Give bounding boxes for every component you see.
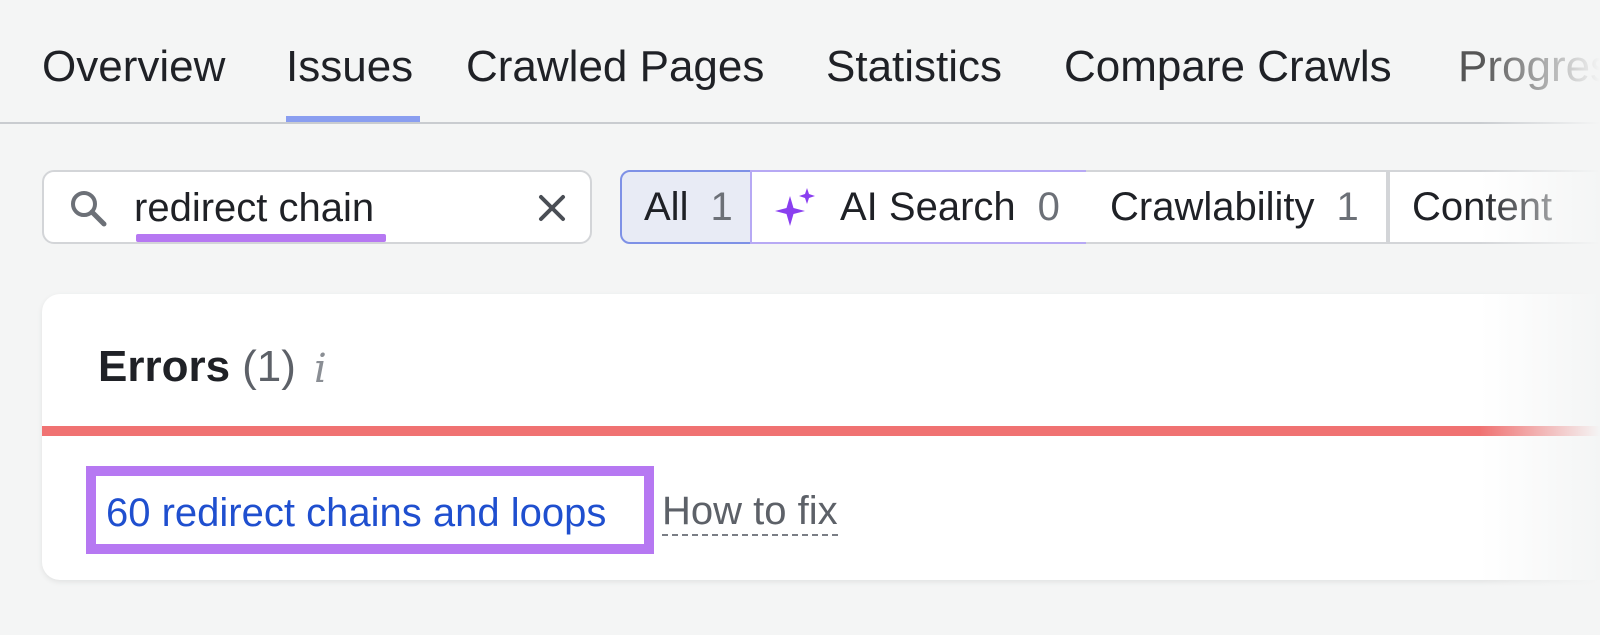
filter-ai-search[interactable]: AI Search 0 xyxy=(750,170,1088,244)
how-to-fix-link[interactable]: How to fix xyxy=(662,488,838,536)
errors-title: Errors xyxy=(98,342,231,391)
filter-count: 0 xyxy=(1037,185,1060,229)
filter-count: 1 xyxy=(1336,185,1359,229)
close-icon[interactable] xyxy=(536,192,568,224)
filter-count: 1 xyxy=(710,185,733,229)
errors-heading: Errors (1) xyxy=(98,340,296,394)
sparkle-icon xyxy=(775,188,815,226)
error-severity-bar xyxy=(42,426,1600,436)
search-text-highlight xyxy=(136,234,386,242)
search-box xyxy=(42,170,592,244)
filter-crawlability[interactable]: Crawlability 1 xyxy=(1086,170,1388,244)
issue-link-redirect-chains[interactable]: 60 redirect chains and loops xyxy=(106,490,606,536)
filter-label: AI Search xyxy=(840,185,1016,229)
tab-crawled-pages[interactable]: Crawled Pages xyxy=(466,40,764,94)
tab-compare-crawls[interactable]: Compare Crawls xyxy=(1064,40,1392,94)
search-input[interactable] xyxy=(134,184,524,232)
tab-progress[interactable]: Progress xyxy=(1458,40,1600,94)
tab-statistics[interactable]: Statistics xyxy=(826,40,1002,94)
filter-all[interactable]: All 1 xyxy=(620,170,752,244)
errors-count: (1) xyxy=(242,342,296,391)
tab-issues[interactable]: Issues xyxy=(286,40,413,94)
search-icon xyxy=(71,191,107,227)
filter-content[interactable]: Content xyxy=(1388,170,1600,244)
issue-highlight-box: 60 redirect chains and loops xyxy=(86,466,654,554)
tabs-divider xyxy=(0,122,1600,124)
filter-label: All xyxy=(644,185,689,229)
tab-overview[interactable]: Overview xyxy=(42,40,225,94)
info-icon[interactable]: i xyxy=(314,346,327,392)
errors-card: Errors (1) i 60 redirect chains and loops… xyxy=(42,294,1600,580)
filter-label: Content xyxy=(1412,185,1553,229)
filter-label: Crawlability xyxy=(1110,185,1315,229)
tab-bar: Overview Issues Crawled Pages Statistics… xyxy=(0,0,1600,124)
